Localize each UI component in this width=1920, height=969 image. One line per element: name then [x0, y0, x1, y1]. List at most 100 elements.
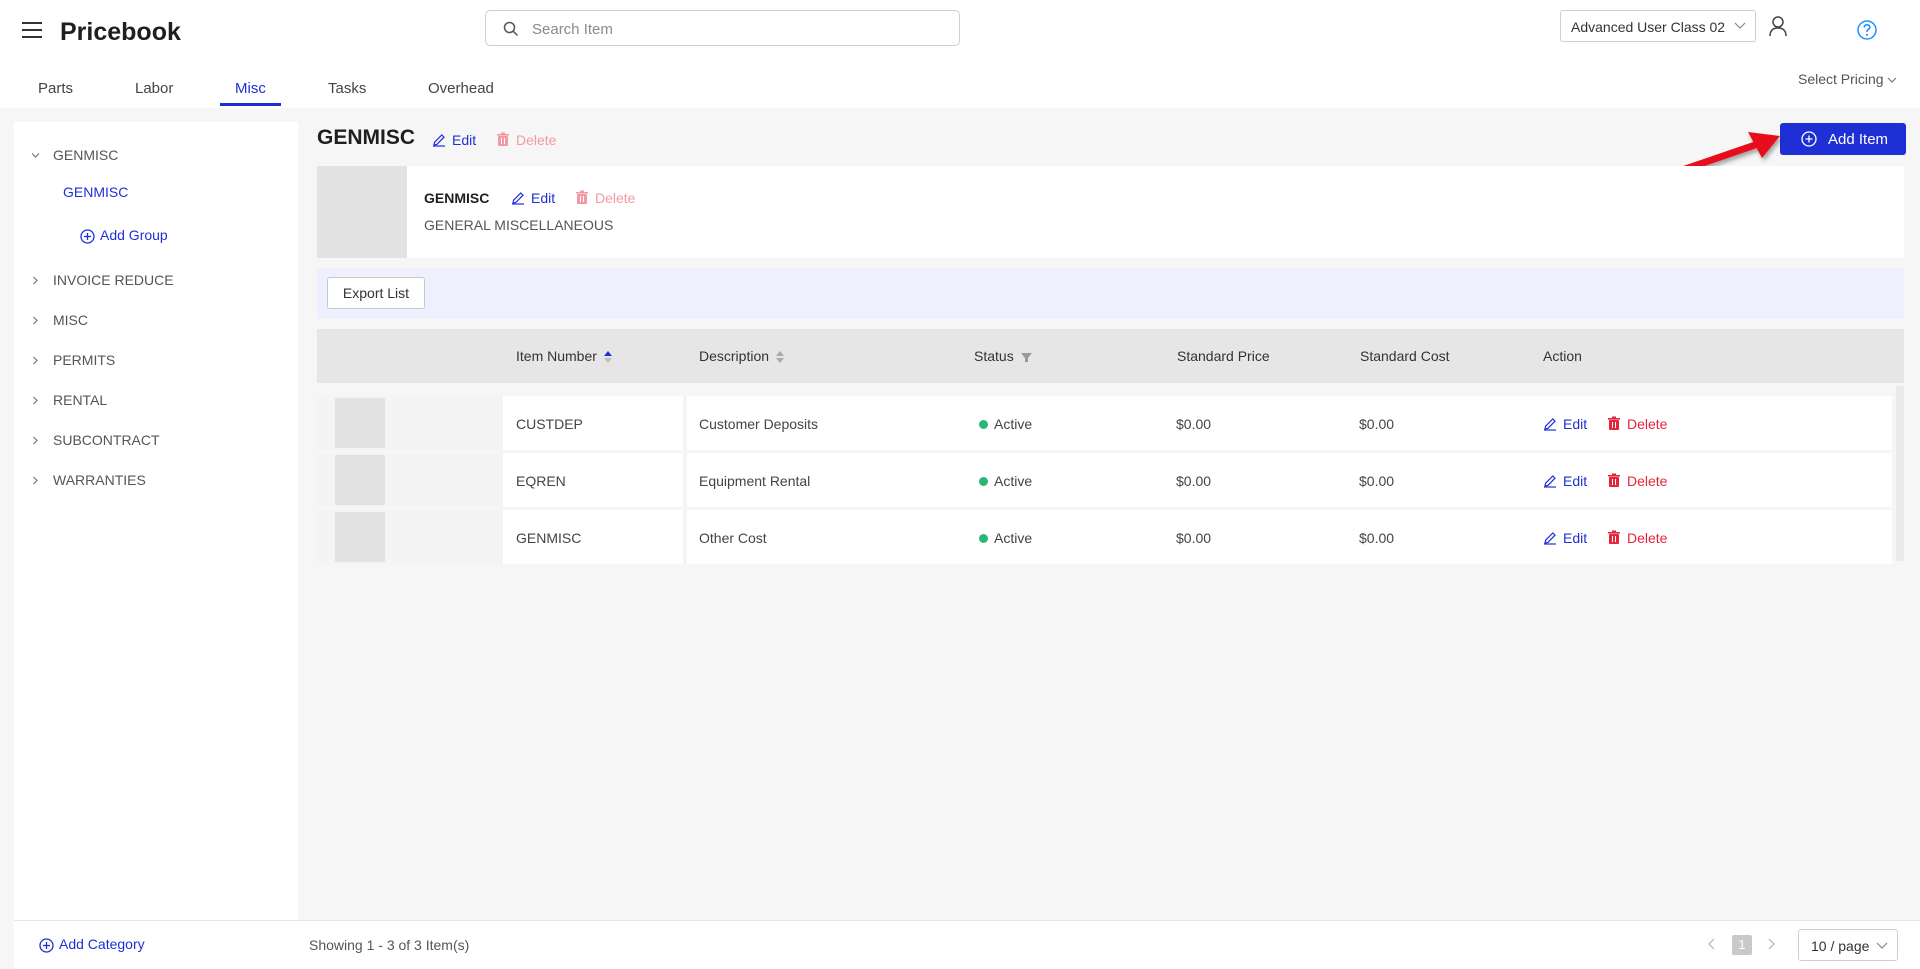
edit-label: Edit — [531, 190, 556, 206]
column-separator — [683, 510, 687, 564]
page-size-select[interactable]: 10 / page — [1798, 929, 1898, 961]
chevron-right-icon — [31, 476, 40, 485]
tab-labor[interactable]: Labor — [135, 80, 173, 107]
edit-item-button[interactable]: Edit — [1543, 530, 1587, 546]
delete-category-button[interactable]: Delete — [496, 132, 556, 148]
trash-icon — [1608, 473, 1620, 487]
table-row[interactable]: CUSTDEP Customer Deposits Active $0.00 $… — [317, 396, 1892, 450]
category-rental[interactable]: RENTAL — [14, 388, 298, 412]
status-dot-icon — [979, 477, 988, 486]
item-thumbnail — [335, 398, 385, 448]
tab-overhead[interactable]: Overhead — [428, 80, 494, 107]
delete-group-button[interactable]: Delete — [575, 190, 635, 206]
tab-parts[interactable]: Parts — [38, 80, 73, 107]
user-icon[interactable] — [1768, 15, 1788, 37]
chevron-right-icon[interactable] — [1766, 937, 1776, 951]
category-label: PERMITS — [53, 352, 116, 368]
search-box — [485, 10, 960, 46]
group-description: GENERAL MISCELLANEOUS — [424, 217, 614, 233]
item-number: GENMISC — [516, 530, 582, 546]
page-size-value: 10 / page — [1811, 938, 1870, 954]
category-invoice-reduce[interactable]: INVOICE REDUCE — [14, 268, 298, 292]
user-class-select[interactable]: Advanced User Class 02 — [1560, 10, 1756, 42]
edit-item-button[interactable]: Edit — [1543, 416, 1587, 432]
column-header-description[interactable]: Description — [699, 348, 785, 364]
table-scrollbar[interactable] — [1896, 386, 1904, 561]
tab-tasks[interactable]: Tasks — [328, 80, 366, 107]
trash-icon — [497, 132, 509, 146]
edit-group-button[interactable]: Edit — [511, 190, 555, 206]
item-number: EQREN — [516, 473, 566, 489]
sort-icon[interactable] — [776, 351, 785, 364]
menu-icon[interactable] — [22, 21, 44, 39]
standard-cost: $0.00 — [1359, 416, 1395, 432]
table-row[interactable]: EQREN Equipment Rental Active $0.00 $0.0… — [317, 453, 1892, 507]
pencil-icon — [1544, 532, 1556, 545]
category-label: RENTAL — [53, 392, 108, 408]
standard-cost: $0.00 — [1359, 530, 1395, 546]
item-description: Equipment Rental — [699, 473, 811, 489]
category-genmisc[interactable]: GENMISC — [14, 143, 298, 167]
category-label: WARRANTIES — [53, 472, 146, 488]
search-input[interactable] — [532, 18, 942, 40]
chevron-left-icon[interactable] — [1707, 937, 1717, 951]
column-header-action: Action — [1543, 348, 1582, 364]
item-thumbnail — [335, 455, 385, 505]
category-warranties[interactable]: WARRANTIES — [14, 468, 298, 492]
chevron-right-icon — [31, 356, 40, 365]
chevron-right-icon — [31, 276, 40, 285]
page-number[interactable]: 1 — [1732, 935, 1752, 955]
pagination-bar: Showing 1 - 3 of 3 Item(s) 1 10 / page — [298, 920, 1920, 969]
column-header-item-number[interactable]: Item Number — [516, 348, 612, 364]
table-row[interactable]: GENMISC Other Cost Active $0.00 $0.00 Ed… — [317, 510, 1892, 564]
search-icon — [503, 21, 519, 37]
table-header: Item Number Description Status Standard … — [317, 329, 1904, 383]
standard-cost: $0.00 — [1359, 473, 1395, 489]
trash-icon — [1608, 416, 1620, 430]
group-image — [317, 166, 407, 258]
select-pricing-dropdown[interactable]: Select Pricing — [1798, 71, 1897, 87]
column-separator — [499, 396, 503, 450]
delete-item-button[interactable]: Delete — [1607, 416, 1667, 432]
add-category-button[interactable]: Add Category — [39, 936, 145, 953]
sort-icon[interactable] — [603, 351, 612, 364]
help-icon[interactable] — [1857, 20, 1877, 40]
item-thumbnail-cell — [317, 453, 499, 507]
chevron-down-icon — [1887, 77, 1897, 84]
chevron-right-icon — [31, 396, 40, 405]
group-card: GENMISC Edit Delete GENERAL MISCELLANEOU… — [317, 166, 1904, 258]
pencil-icon — [1544, 475, 1556, 488]
delete-item-button[interactable]: Delete — [1607, 530, 1667, 546]
filter-icon[interactable] — [1020, 352, 1032, 363]
category-subcontract[interactable]: SUBCONTRACT — [14, 428, 298, 452]
status-dot-icon — [979, 534, 988, 543]
group-genmisc[interactable]: GENMISC — [63, 184, 128, 200]
column-header-standard-cost: Standard Cost — [1360, 348, 1450, 364]
status-dot-icon — [979, 420, 988, 429]
category-permits[interactable]: PERMITS — [14, 348, 298, 372]
active-tab-indicator — [220, 103, 281, 106]
export-list-button[interactable]: Export List — [327, 277, 425, 309]
standard-price: $0.00 — [1176, 530, 1212, 546]
plus-circle-icon — [80, 229, 95, 244]
column-separator — [683, 396, 687, 450]
pencil-icon — [1544, 418, 1556, 431]
item-thumbnail — [335, 512, 385, 562]
edit-category-button[interactable]: Edit — [432, 132, 476, 148]
edit-item-button[interactable]: Edit — [1543, 473, 1587, 489]
item-thumbnail-cell — [317, 510, 499, 564]
add-category-label: Add Category — [59, 936, 145, 952]
chevron-down-icon — [31, 151, 40, 160]
delete-item-button[interactable]: Delete — [1607, 473, 1667, 489]
chevron-right-icon — [31, 316, 40, 325]
group-name: GENMISC — [424, 190, 490, 206]
delete-label: Delete — [516, 132, 557, 148]
item-description: Customer Deposits — [699, 416, 819, 432]
add-item-button[interactable]: Add Item — [1780, 123, 1906, 155]
add-group-button[interactable]: Add Group — [80, 227, 168, 244]
item-description: Other Cost — [699, 530, 767, 546]
item-number: CUSTDEP — [516, 416, 583, 432]
category-misc[interactable]: MISC — [14, 308, 298, 332]
status-badge: Active — [979, 473, 1032, 489]
column-header-status[interactable]: Status — [974, 348, 1032, 364]
